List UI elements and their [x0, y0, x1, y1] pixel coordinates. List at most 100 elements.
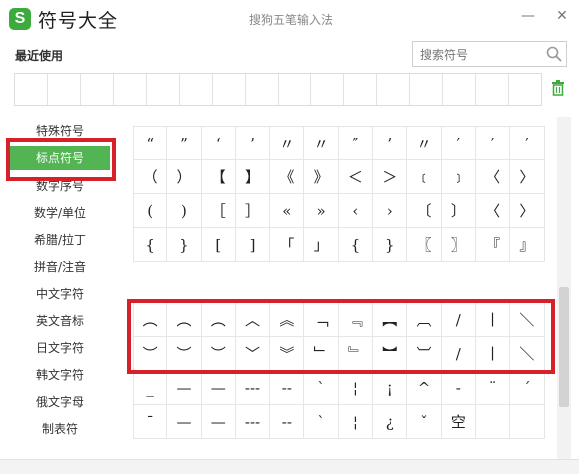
symbol-cell[interactable]: [ — [201, 228, 236, 262]
vertical-scrollbar[interactable] — [557, 117, 571, 459]
scrollbar-thumb[interactable] — [559, 287, 569, 407]
symbol-cell[interactable]: -- — [270, 371, 305, 405]
symbol-cell[interactable]: --- — [235, 405, 271, 439]
recent-slot[interactable] — [344, 74, 378, 105]
symbol-cell[interactable]: › — [373, 194, 408, 228]
symbol-cell[interactable]: ‘ — [201, 126, 236, 160]
symbol-cell[interactable]: ＼ — [510, 337, 545, 371]
symbol-cell[interactable]: - — [441, 371, 476, 405]
symbol-cell[interactable]: ︵ — [133, 303, 168, 337]
symbol-cell[interactable]: ︽ — [270, 303, 305, 337]
symbol-cell[interactable]: ︿ — [235, 303, 271, 337]
symbol-cell[interactable]: 【 — [201, 160, 236, 194]
symbol-cell[interactable]: ″ — [338, 126, 374, 160]
symbol-cell[interactable]: 〉 — [510, 160, 545, 194]
symbol-cell[interactable]: ˇ — [407, 405, 442, 439]
symbol-cell[interactable]: ¿ — [373, 405, 408, 439]
symbol-cell[interactable]: ¦ — [338, 405, 374, 439]
symbol-cell[interactable]: （ — [133, 160, 168, 194]
symbol-cell[interactable]: ¡ — [373, 371, 408, 405]
recent-slot[interactable] — [81, 74, 114, 105]
symbol-cell[interactable]: { — [133, 228, 168, 262]
sidebar-item-korean-chars[interactable]: 韩文字符 — [10, 363, 110, 387]
symbol-cell[interactable]: ［ — [201, 194, 236, 228]
symbol-cell[interactable]: ） — [167, 160, 202, 194]
symbol-cell[interactable]: } — [167, 228, 202, 262]
symbol-cell[interactable]: 〃 — [407, 126, 442, 160]
symbol-cell[interactable]: ﹝ — [407, 160, 442, 194]
symbol-cell[interactable]: ︶ — [167, 337, 202, 371]
symbol-cell[interactable] — [510, 405, 545, 439]
symbol-cell[interactable]: 〈 — [475, 160, 511, 194]
symbol-cell[interactable]: — — [201, 405, 236, 439]
symbol-cell-space[interactable]: 空 — [441, 405, 476, 439]
symbol-cell[interactable]: ( — [133, 194, 168, 228]
symbol-cell[interactable]: -- — [270, 405, 305, 439]
symbol-cell[interactable]: ’ — [235, 126, 271, 160]
symbol-cell[interactable]: --- — [235, 371, 271, 405]
sidebar-item-chinese-chars[interactable]: 中文字符 — [10, 282, 110, 306]
symbol-cell[interactable]: ︹ — [407, 303, 442, 337]
search-input[interactable] — [418, 45, 540, 64]
symbol-cell[interactable]: ∕ — [441, 303, 476, 337]
symbol-cell[interactable]: 〃 — [304, 126, 339, 160]
symbol-cell[interactable]: ′ — [475, 126, 511, 160]
symbol-cell[interactable]: ˋ — [304, 405, 339, 439]
recent-slot[interactable] — [180, 74, 213, 105]
symbol-cell[interactable]: ^ — [407, 371, 442, 405]
recent-slot[interactable] — [15, 74, 48, 105]
symbol-cell[interactable]: ︺ — [407, 337, 442, 371]
sidebar-item-english-phonetics[interactable]: 英文音标 — [10, 309, 110, 333]
symbol-cell[interactable]: ¦ — [338, 371, 374, 405]
symbol-cell[interactable]: ︶ — [201, 337, 236, 371]
symbol-cell[interactable]: 《 — [270, 160, 305, 194]
recent-slot[interactable] — [114, 74, 147, 105]
recent-slot[interactable] — [213, 74, 246, 105]
symbol-cell[interactable]: 〗 — [441, 228, 476, 262]
sidebar-item-number-index[interactable]: 数字序号 — [10, 174, 110, 198]
symbol-cell[interactable]: ︾ — [270, 337, 305, 371]
close-button[interactable]: ✕ — [554, 8, 570, 24]
symbol-cell[interactable]: _ — [133, 371, 168, 405]
symbol-cell[interactable]: — — [167, 371, 202, 405]
symbol-cell[interactable]: ︵ — [201, 303, 236, 337]
symbol-cell[interactable]: ︻ — [373, 303, 408, 337]
recent-slot[interactable] — [311, 74, 345, 105]
symbol-cell[interactable]: ¨ — [475, 371, 511, 405]
sidebar-item-math-unit[interactable]: 数学/单位 — [10, 201, 110, 225]
symbol-cell[interactable]: 〃 — [270, 126, 305, 160]
symbol-cell[interactable]: ︶ — [133, 337, 168, 371]
symbol-cell[interactable]: ＼ — [510, 303, 545, 337]
recent-slot[interactable] — [509, 74, 541, 105]
recent-slot[interactable] — [48, 74, 81, 105]
search-box[interactable] — [412, 41, 567, 67]
symbol-cell[interactable]: ′ — [441, 126, 476, 160]
recent-slot[interactable] — [410, 74, 444, 105]
trash-icon[interactable] — [551, 80, 565, 96]
minimize-button[interactable]: — — [520, 8, 536, 24]
recent-slot[interactable] — [246, 74, 279, 105]
symbol-cell[interactable]: ¯ — [133, 405, 168, 439]
recent-slot[interactable] — [443, 74, 477, 105]
symbol-cell[interactable]: ＞ — [373, 160, 408, 194]
symbol-cell[interactable]: 』 — [510, 228, 545, 262]
symbol-cell[interactable]: { — [338, 228, 374, 262]
symbol-cell[interactable]: 〖 — [407, 228, 442, 262]
symbol-cell[interactable] — [475, 405, 511, 439]
symbol-cell[interactable]: « — [270, 194, 305, 228]
symbol-cell[interactable]: ﹄ — [338, 337, 374, 371]
symbol-cell[interactable]: ) — [167, 194, 202, 228]
symbol-cell[interactable]: ＜ — [338, 160, 374, 194]
symbol-cell[interactable]: ] — [235, 228, 271, 262]
symbol-cell[interactable]: ‹ — [338, 194, 374, 228]
sidebar-item-greek-latin[interactable]: 希腊/拉丁 — [10, 228, 110, 252]
sidebar-item-japanese-chars[interactable]: 日文字符 — [10, 336, 110, 360]
symbol-cell[interactable]: ﹀ — [235, 337, 271, 371]
symbol-cell[interactable]: ﹃ — [338, 303, 374, 337]
symbol-cell[interactable]: 〕 — [441, 194, 476, 228]
symbol-cell[interactable]: 〔 — [407, 194, 442, 228]
symbol-cell[interactable]: ˊ — [510, 371, 545, 405]
symbol-cell[interactable]: ∣ — [475, 337, 511, 371]
symbol-cell[interactable]: 『 — [475, 228, 511, 262]
symbol-cell[interactable]: ﹁ — [304, 303, 339, 337]
